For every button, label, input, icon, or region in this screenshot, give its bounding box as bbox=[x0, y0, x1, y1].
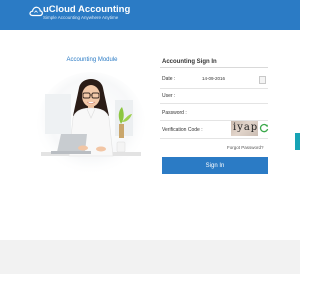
user-row-divider bbox=[160, 103, 268, 104]
app-tagline: Simple Accounting Anywhere Anytime bbox=[43, 15, 119, 20]
calendar-icon[interactable] bbox=[259, 76, 266, 84]
date-value: 14-09-2016 bbox=[202, 76, 226, 81]
captcha-image: iyap bbox=[231, 121, 258, 136]
signin-title: Accounting Sign In bbox=[162, 59, 217, 65]
verification-code-input[interactable] bbox=[199, 124, 229, 133]
password-label: Password : bbox=[162, 110, 187, 116]
user-label: User : bbox=[162, 93, 176, 99]
signin-title-divider bbox=[160, 67, 268, 68]
forgot-password-link[interactable]: Forgot Password? bbox=[227, 145, 264, 150]
cloud-icon bbox=[29, 6, 43, 17]
hero-photo-woman-at-laptop bbox=[37, 72, 145, 176]
password-input[interactable] bbox=[199, 108, 267, 117]
refresh-icon[interactable] bbox=[259, 123, 269, 133]
date-row-divider bbox=[160, 88, 268, 89]
verification-code-label: Verification Code : bbox=[162, 127, 203, 133]
user-input[interactable] bbox=[199, 91, 267, 100]
date-label: Date : bbox=[162, 76, 176, 82]
header-bar: uCloud Accounting Simple Accounting Anyw… bbox=[0, 0, 300, 30]
side-feedback-tab[interactable] bbox=[295, 133, 300, 150]
footer-bar bbox=[0, 240, 300, 274]
code-row-divider bbox=[160, 138, 268, 139]
module-title: Accounting Module bbox=[66, 57, 118, 63]
sign-in-button[interactable]: Sign In bbox=[162, 157, 268, 174]
captcha-text: iyap bbox=[233, 122, 259, 133]
